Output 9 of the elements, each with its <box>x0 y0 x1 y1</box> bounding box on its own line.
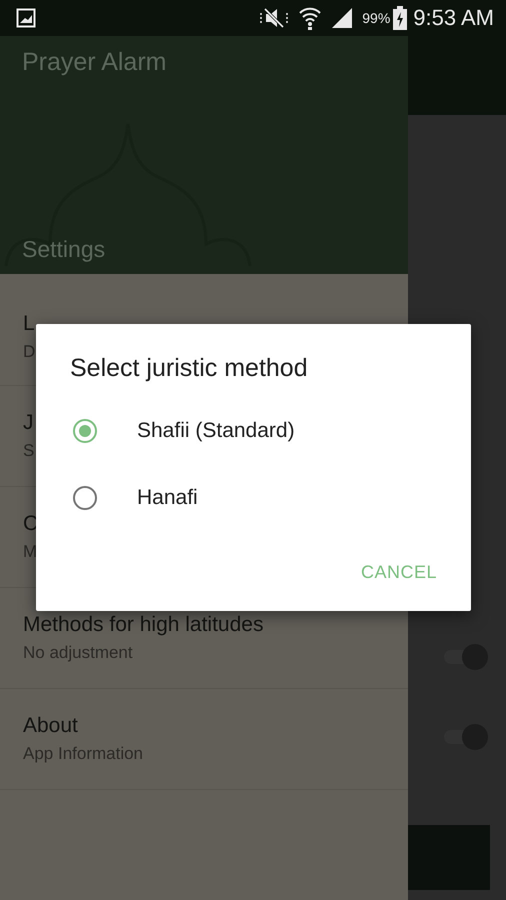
section-title: Settings <box>22 236 106 263</box>
setting-title: About <box>23 714 78 738</box>
setting-title: Methods for high latitudes <box>23 613 264 637</box>
clock-time: 9:53 AM <box>413 5 494 31</box>
setting-title: L <box>23 312 35 336</box>
dialog-title: Select juristic method <box>70 354 309 383</box>
battery-percentage: 99% <box>362 10 390 26</box>
setting-title: J <box>23 411 34 435</box>
app-title: Prayer Alarm <box>22 48 166 77</box>
